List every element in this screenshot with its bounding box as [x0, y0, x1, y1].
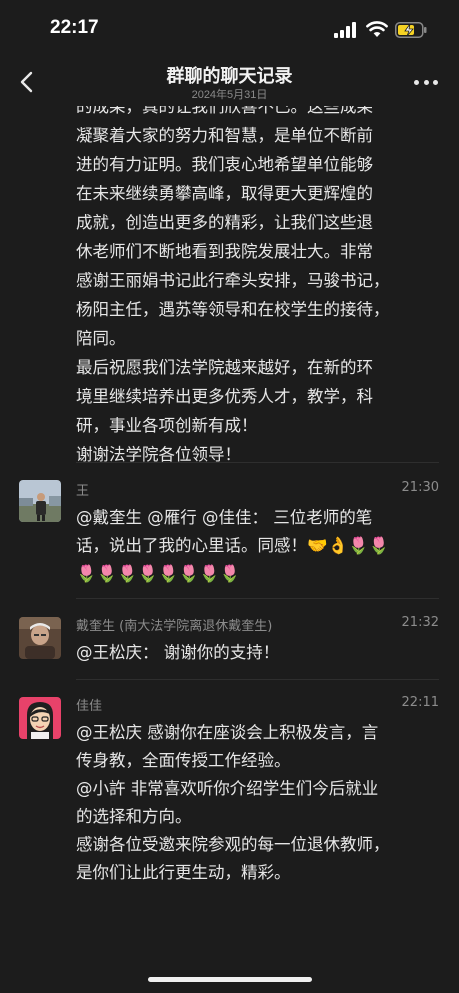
page-title: 群聊的聊天记录: [166, 66, 293, 86]
message-text: @王松庆： 谢谢你的支持！: [76, 639, 446, 667]
sender-name: 佳佳: [76, 699, 103, 714]
message-text: @戴奎生 @雁行 @佳佳： 三位老师的笔 话，说出了我的心里话。同感！🤝👌🌷🌷 …: [76, 504, 446, 588]
message-time: 21:30: [401, 480, 439, 495]
divider: [76, 598, 439, 599]
message-line: 🌷🌷🌷🌷🌷🌷🌷🌷: [76, 564, 241, 583]
message-line: 成就，创造出更多的精彩，让我们这些退: [76, 213, 373, 232]
wifi-icon: [366, 21, 388, 37]
avatar[interactable]: [19, 480, 61, 522]
message-line: @王松庆： 谢谢你的支持！: [76, 643, 280, 662]
message-line: 陪同。: [76, 329, 126, 348]
message-line: @戴奎生 @雁行 @佳佳： 三位老师的笔: [76, 508, 373, 527]
message-line: 感谢王丽娟书记此行牵头安排，马骏书记，: [76, 271, 390, 290]
dot-icon: [433, 79, 438, 85]
message-line: 话，说出了我的心里话。同感！🤝👌🌷🌷: [76, 536, 390, 555]
message-line: @小許 非常喜欢听你介绍学生们今后就业: [76, 779, 379, 798]
avatar[interactable]: [19, 697, 61, 739]
sender-name: 戴奎生 (南大法学院离退休戴奎生): [76, 619, 273, 634]
divider: [76, 462, 439, 463]
message-line: 休老师们不断地看到我院发展壮大。非常: [76, 242, 373, 261]
chat-record-list[interactable]: 的成果，真的让我们欣喜不已。这些成果 凝聚着大家的努力和智慧，是单位不断前 进的…: [0, 106, 459, 993]
avatar-cartoon-icon: [19, 697, 61, 739]
message-line: 感谢各位受邀来院参观的每一位退休教师，: [76, 835, 390, 854]
message-line: 凝聚着大家的努力和智慧，是单位不断前: [76, 126, 373, 145]
status-time: 22:17: [50, 17, 99, 38]
more-options-button[interactable]: [410, 72, 442, 92]
message-line: 在未来继续勇攀高峰，取得更大更辉煌的: [76, 184, 373, 203]
message-line: 的选择和方向。: [76, 807, 192, 826]
message-line: 谢谢法学院各位领导！: [76, 445, 241, 464]
home-indicator[interactable]: [148, 977, 312, 982]
message-line: 研，事业各项创新有成！: [76, 416, 258, 435]
message-line: 的成果，真的让我们欣喜不已。这些成果: [76, 106, 373, 116]
message-time: 22:11: [401, 695, 439, 710]
divider: [76, 679, 439, 680]
message-line: @王松庆 感谢你在座谈会上积极发言，言: [76, 723, 379, 742]
continued-message-text: 的成果，真的让我们欣喜不已。这些成果 凝聚着大家的努力和智慧，是单位不断前 进的…: [76, 106, 446, 469]
page-date: 2024年5月31日: [191, 89, 268, 101]
status-bar: 22:17: [0, 0, 459, 56]
message-text: @王松庆 感谢你在座谈会上积极发言，言 传身教，全面传授工作经验。 @小許 非常…: [76, 719, 446, 887]
message-line: 传身教，全面传授工作经验。: [76, 751, 291, 770]
message-line: 境里继续培养出更多优秀人才，教学，科: [76, 387, 373, 406]
message-line: 最后祝愿我们法学院越来越好，在新的环: [76, 358, 373, 377]
dot-icon: [414, 79, 419, 85]
avatar-photo-icon: [19, 617, 61, 659]
cellular-signal-icon: [334, 22, 356, 38]
nav-bar: 群聊的聊天记录 2024年5月31日: [0, 56, 459, 106]
battery-charging-icon: [395, 22, 427, 38]
message-line: 是你们让此行更生动，精彩。: [76, 863, 291, 882]
avatar-photo-icon: [19, 480, 61, 522]
avatar[interactable]: [19, 617, 61, 659]
sender-name: 王: [76, 484, 90, 499]
message-time: 21:32: [401, 615, 439, 630]
message-line: 杨阳主任，遇苏等领导和在校学生的接待，: [76, 300, 390, 319]
dot-icon: [423, 79, 429, 85]
message-line: 进的有力证明。我们衷心地希望单位能够: [76, 155, 373, 174]
